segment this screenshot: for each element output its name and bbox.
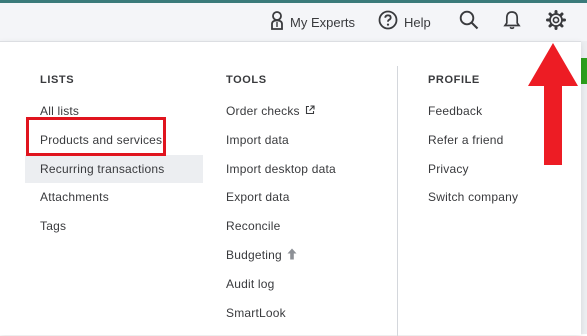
help-circle-icon [378, 10, 398, 35]
gear-icon [545, 9, 567, 36]
notifications-button[interactable] [503, 3, 521, 41]
red-highlight-box [26, 117, 166, 156]
menu-item-smartlook[interactable]: SmartLook [226, 299, 286, 327]
menu-item-audit-log[interactable]: Audit log [226, 270, 275, 298]
menu-item-order-checks[interactable]: Order checks [226, 97, 315, 125]
menu-item-privacy[interactable]: Privacy [428, 155, 469, 183]
profile-heading: PROFILE [428, 74, 480, 86]
bell-icon [503, 10, 521, 35]
my-experts-button[interactable]: My Experts [270, 3, 355, 41]
column-divider [397, 66, 398, 336]
help-button[interactable]: Help [378, 3, 431, 41]
menu-item-recurring-transactions[interactable]: Recurring transactions [25, 155, 203, 183]
help-label: Help [404, 14, 431, 30]
external-link-icon [305, 104, 315, 118]
settings-menu-panel: LISTS All lists Products and services Re… [0, 41, 581, 336]
search-button[interactable] [459, 3, 479, 41]
person-icon [270, 10, 284, 35]
background-green-tab [581, 58, 587, 84]
tools-heading: TOOLS [226, 74, 267, 86]
red-up-arrow [527, 42, 579, 171]
menu-item-feedback[interactable]: Feedback [428, 97, 482, 125]
menu-item-tags[interactable]: Tags [40, 212, 66, 240]
upgrade-arrow-icon [287, 248, 297, 263]
menu-item-attachments[interactable]: Attachments [40, 183, 109, 211]
settings-gear-button[interactable] [545, 3, 567, 41]
menu-item-budgeting[interactable]: Budgeting [226, 241, 297, 269]
my-experts-label: My Experts [290, 14, 356, 30]
menu-item-switch-company[interactable]: Switch company [428, 183, 518, 211]
lists-heading: LISTS [40, 74, 75, 86]
menu-item-export-data[interactable]: Export data [226, 183, 290, 211]
background-page-edge [581, 41, 587, 334]
menu-item-reconcile[interactable]: Reconcile [226, 212, 281, 240]
search-icon [459, 10, 479, 35]
menu-item-refer-a-friend[interactable]: Refer a friend [428, 126, 504, 154]
menu-item-import-data[interactable]: Import data [226, 126, 289, 154]
menu-item-import-desktop-data[interactable]: Import desktop data [226, 155, 336, 183]
top-navigation-bar: My Experts Help [0, 3, 587, 41]
